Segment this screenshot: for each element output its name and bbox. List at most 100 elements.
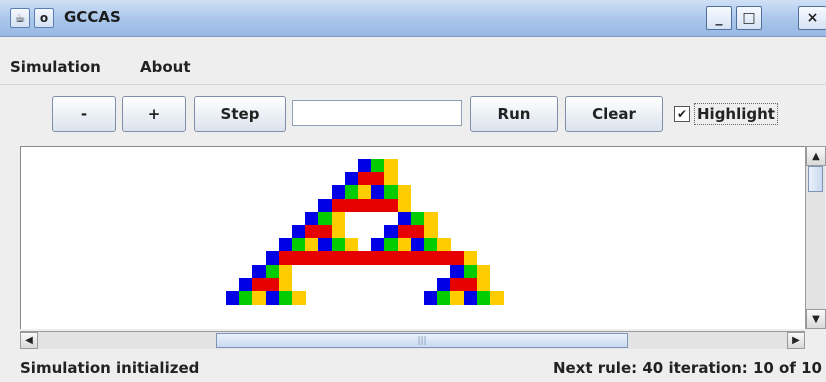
vertical-scrollbar[interactable]: ▲ ▼ [805, 146, 826, 329]
automaton-cell [239, 291, 253, 305]
automaton-cell [410, 251, 425, 266]
automaton-cell [384, 172, 399, 186]
automaton-cell [397, 185, 412, 200]
automaton-cell [344, 251, 359, 266]
highlight-toggle[interactable]: ✔ Highlight [674, 100, 778, 128]
automaton-cell [384, 238, 399, 252]
toolbar: - + Step Run Clear ✔ Highlight [0, 96, 826, 136]
automaton-cell [292, 291, 306, 305]
automaton-cell [463, 251, 478, 266]
scroll-left-icon[interactable]: ◀ [20, 332, 38, 349]
automaton-cell [278, 251, 293, 266]
automaton-cell [318, 251, 333, 266]
step-button[interactable]: Step [194, 96, 286, 132]
automaton-cell [450, 264, 465, 279]
rule-input[interactable] [292, 100, 462, 126]
highlight-label: Highlight [694, 103, 778, 125]
automaton-cell [397, 238, 412, 252]
automaton-cell [384, 198, 399, 213]
automaton-cell [450, 277, 465, 292]
highlight-checkbox[interactable]: ✔ [674, 106, 690, 122]
automaton-cell [252, 291, 267, 305]
menu-bar: Simulation About [0, 54, 826, 80]
automaton-cell [358, 198, 372, 213]
automaton-cell [265, 264, 280, 279]
automaton-cell [424, 291, 438, 305]
automaton-cell [344, 185, 359, 200]
automaton-cell [358, 251, 372, 266]
automaton-cell [437, 291, 451, 305]
automaton-cell [424, 225, 438, 239]
automaton-cell [252, 277, 267, 292]
automaton-cell [371, 198, 385, 213]
automaton-cell [265, 277, 280, 292]
automaton-cell [397, 198, 412, 213]
horizontal-scrollbar[interactable]: ◀ ||| ▶ [20, 331, 805, 349]
automaton-cell [410, 225, 425, 239]
automaton-cell [278, 291, 293, 305]
automaton-cell [278, 264, 293, 279]
menu-simulation[interactable]: Simulation [10, 58, 101, 76]
automaton-cell [371, 159, 385, 173]
automaton-cell [371, 238, 385, 252]
automaton-cell [424, 211, 438, 226]
automaton-cell [226, 291, 240, 305]
menu-separator [0, 84, 826, 85]
automaton-cell [384, 251, 399, 266]
circle-icon[interactable]: o [34, 8, 54, 28]
automaton-cell [384, 225, 399, 239]
automaton-cell [331, 211, 346, 226]
automaton-cell [476, 277, 491, 292]
automaton-cell [292, 251, 306, 266]
automaton-cell [278, 277, 293, 292]
horizontal-scroll-thumb[interactable]: ||| [216, 333, 628, 348]
automaton-cell [292, 225, 306, 239]
automaton-cell [490, 291, 504, 305]
java-icon[interactable]: ☕ [10, 8, 30, 28]
automaton-cell [265, 251, 280, 266]
automaton-cell [278, 238, 293, 252]
automaton-cell [424, 251, 438, 266]
scroll-right-icon[interactable]: ▶ [787, 332, 805, 349]
automaton-cell [384, 159, 399, 173]
automaton-cell [305, 225, 319, 239]
automaton-cell [318, 211, 333, 226]
automaton-cell [358, 172, 372, 186]
automaton-cell [305, 211, 319, 226]
automaton-cell [305, 251, 319, 266]
automaton-cell [437, 238, 451, 252]
close-button[interactable]: × [798, 6, 826, 30]
automaton-cell [305, 238, 319, 252]
automaton-cell [437, 251, 451, 266]
menu-about[interactable]: About [140, 58, 191, 76]
run-button[interactable]: Run [470, 96, 558, 132]
automaton-cell [476, 291, 491, 305]
automaton-cell [344, 198, 359, 213]
scroll-down-icon[interactable]: ▼ [806, 309, 826, 329]
automaton-cell [410, 211, 425, 226]
automaton-cell [437, 277, 451, 292]
automaton-cell [463, 291, 478, 305]
automaton-cell [463, 277, 478, 292]
automaton-cell [344, 238, 359, 252]
minimize-button[interactable]: _ [706, 6, 732, 30]
automaton-cell [397, 225, 412, 239]
vertical-scroll-thumb[interactable] [808, 166, 823, 192]
clear-button[interactable]: Clear [565, 96, 663, 132]
increase-button[interactable]: + [122, 96, 186, 132]
automaton-cell [331, 238, 346, 252]
automaton-cell [450, 291, 465, 305]
automaton-cell [371, 251, 385, 266]
status-bar: Simulation initialized Next rule: 40 ite… [0, 352, 826, 382]
decrease-button[interactable]: - [52, 96, 116, 132]
automaton-cell [463, 264, 478, 279]
window-title: GCCAS [64, 8, 121, 26]
automaton-cell [292, 238, 306, 252]
automaton-cell [265, 291, 280, 305]
automaton-cell [331, 225, 346, 239]
maximize-button[interactable]: □ [736, 6, 762, 30]
scroll-up-icon[interactable]: ▲ [806, 146, 826, 166]
automaton-cell [252, 264, 267, 279]
automaton-cell [331, 198, 346, 213]
automaton-cell [450, 251, 465, 266]
